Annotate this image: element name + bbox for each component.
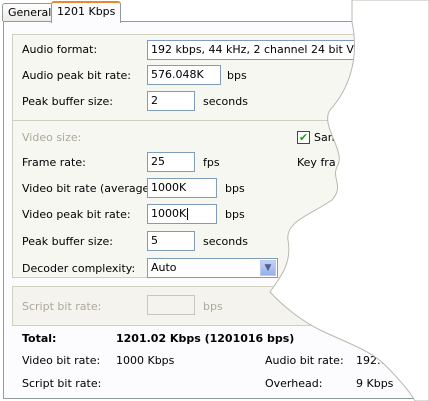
tab-1201-kbps[interactable]: 1201 Kbps bbox=[51, 1, 122, 23]
torn-edge-overlay bbox=[269, 0, 429, 401]
tab-1201-kbps-label: 1201 Kbps bbox=[57, 5, 116, 18]
